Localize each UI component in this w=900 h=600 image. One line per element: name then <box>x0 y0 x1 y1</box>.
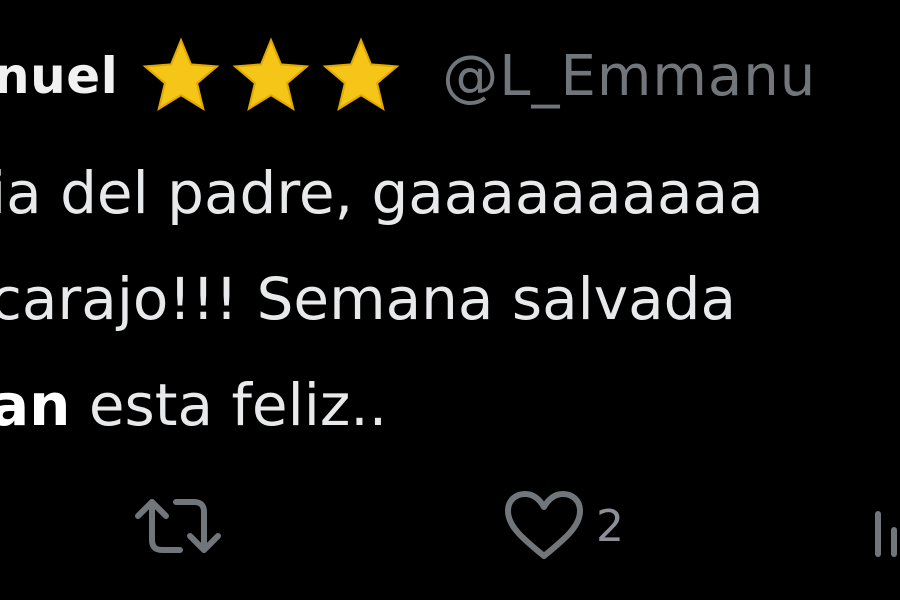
heart-icon <box>505 491 583 559</box>
retweet-button[interactable] <box>132 490 224 562</box>
mention-link[interactable]: an <box>0 371 70 439</box>
views-button[interactable] <box>872 490 900 562</box>
tweet-text-line: ia del padre, gaaaaaaaaaa <box>0 140 764 246</box>
tweet-text: ia del padre, gaaaaaaaaaa carajo!!! Sema… <box>0 140 764 458</box>
star-icon <box>232 37 310 111</box>
tweet-header: nuel @L_Emmanu <box>0 36 816 116</box>
display-name[interactable]: nuel <box>0 47 118 105</box>
retweet-icon <box>135 499 221 553</box>
tweet-text-segment: carajo!!! Semana salvada <box>0 265 736 333</box>
tweet-text-line: carajo!!! Semana salvada <box>0 246 764 352</box>
tweet-text-segment: ia del padre, gaaaaaaaaaa <box>0 159 764 227</box>
star-rating <box>140 35 402 117</box>
tweet-actions: 2 <box>0 480 900 570</box>
star-icon <box>142 37 220 111</box>
like-button[interactable]: 2 <box>504 490 624 562</box>
like-count: 2 <box>596 500 624 552</box>
star-icon <box>322 37 400 111</box>
tweet-text-segment: esta feliz.. <box>70 371 388 439</box>
tweet-text-line: an esta feliz.. <box>0 352 764 458</box>
tweet-card[interactable]: nuel @L_Emmanu ia del padre, gaaaaaaaaaa… <box>0 0 900 600</box>
views-icon <box>875 511 897 557</box>
user-handle[interactable]: @L_Emmanu <box>442 44 816 109</box>
